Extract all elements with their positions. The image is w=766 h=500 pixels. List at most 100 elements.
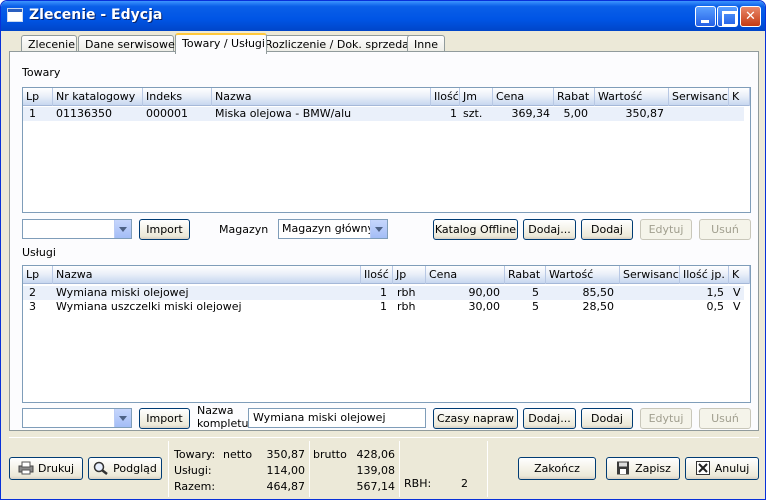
cell-rabat: 5 [532,300,539,313]
towary-grid-header: Lp Nr katalogowy Indeks Nazwa Ilość Jm C… [23,88,750,106]
col-header[interactable]: Wartość [595,88,669,106]
col-header[interactable]: Lp [23,266,53,284]
magazyn-label: Magazyn [219,223,269,236]
col-header[interactable]: Serwisanci [669,88,729,106]
minimize-button[interactable] [695,6,716,27]
table-row[interactable]: 2 Wymiana miski olejowej 1 rbh 90,00 5 8… [23,286,744,300]
towary-dodaj-dialog-button[interactable]: Dodaj... [523,219,576,240]
summary-towary-label: Towary: [174,448,216,461]
cancel-x-icon [695,461,711,475]
cell-jm: szt. [463,107,483,120]
window-icon [7,8,23,22]
summary-towary-netto: 350,87 [266,448,306,461]
uslugi-grid-header: Lp Nazwa Ilość Jp Cena Rabat Wartość Ser… [23,266,750,284]
towary-filter-combo[interactable] [22,219,132,239]
col-header[interactable]: Cena [426,266,505,284]
czasy-napraw-button[interactable]: Czasy napraw [433,408,518,429]
col-header[interactable]: Rabat [554,88,595,106]
col-header[interactable]: K [729,266,750,284]
summary-divider [168,441,169,497]
chevron-down-icon[interactable] [114,220,131,238]
col-header[interactable]: Jp [393,266,426,284]
summary-uslugi-netto: 114,00 [266,464,306,477]
save-button[interactable]: Zapisz [606,457,680,480]
tab-towary-uslugi[interactable]: Towary / Usługi [175,33,267,54]
finish-button[interactable]: Zakończ [518,457,596,480]
cell-wartosc: 85,50 [582,286,615,299]
col-header[interactable]: Serwisanci [620,266,680,284]
summary-towary-brutto: 428,06 [356,448,396,461]
cell-nazwa: Wymiana uszczelki miski olejowej [56,300,242,313]
floppy-disk-icon [615,461,631,475]
cell-cena: 30,00 [468,300,501,313]
summary-razem-label: Razem: [174,480,216,493]
col-header[interactable]: Jm [460,88,493,106]
nazwa-kompletu-label: Nazwa kompletu: [197,404,252,430]
towary-dodaj-button[interactable]: Dodaj [581,219,633,240]
footer-divider [9,437,759,438]
col-header[interactable]: Nazwa [212,88,431,106]
cell-lp: 2 [29,286,36,299]
col-header[interactable]: Cena [493,88,554,106]
uslugi-dodaj-dialog-button[interactable]: Dodaj... [523,408,576,429]
cell-rabat: 5,00 [563,107,589,120]
nazwa-kompletu-label-line: Nazwa [197,404,234,417]
summary-divider [309,441,310,497]
katalog-offline-button[interactable]: Katalog Offline [433,219,518,240]
window-title: Zlecenie - Edycja [29,7,163,23]
magazyn-select[interactable]: Magazyn główny [278,219,388,239]
chevron-down-icon[interactable] [114,409,131,427]
uslugi-dodaj-button[interactable]: Dodaj [581,408,633,429]
cell-rabat: 5 [532,286,539,299]
cell-ilosc-jp: 1,5 [706,286,725,299]
uslugi-edytuj-button[interactable]: Edytuj [640,408,692,429]
cell-ilosc-jp: 0,5 [706,300,725,313]
cell-wartosc: 350,87 [625,107,665,120]
nazwa-kompletu-input[interactable]: Wymiana miski olejowej [248,408,426,428]
cell-k: V [733,286,741,299]
col-header[interactable]: Ilość [361,266,393,284]
towary-import-button[interactable]: Import [139,219,190,240]
col-header[interactable]: Ilość jp. [680,266,729,284]
uslugi-grid[interactable]: Lp Nazwa Ilość Jp Cena Rabat Wartość Ser… [22,265,751,403]
cell-serwisanci [672,107,727,121]
summary-uslugi-label: Usługi: [174,464,212,477]
maximize-button[interactable] [717,6,738,27]
towary-section-label: Towary [22,66,61,79]
preview-button[interactable]: Podgląd [88,457,162,480]
summary-razem-brutto: 567,14 [356,480,396,493]
title-bar[interactable]: Zlecenie - Edycja ✕ [1,1,765,31]
cell-indeks: 000001 [146,107,188,120]
preview-label: Podgląd [113,462,157,475]
cell-k [733,107,745,121]
uslugi-usun-button[interactable]: Usuń [699,408,751,429]
summary-razem-netto: 464,87 [266,480,306,493]
cancel-button[interactable]: Anuluj [685,457,759,480]
col-header[interactable]: Nr katalogowy [53,88,143,106]
col-header[interactable]: Ilość [431,88,460,106]
uslugi-import-button[interactable]: Import [139,408,190,429]
cancel-label: Anuluj [714,462,750,475]
towary-grid[interactable]: Lp Nr katalogowy Indeks Nazwa Ilość Jm C… [22,87,751,213]
col-header[interactable]: Wartość [546,266,620,284]
col-header[interactable]: Nazwa [53,266,361,284]
col-header[interactable]: Indeks [143,88,212,106]
col-header[interactable]: Lp [23,88,53,106]
table-row[interactable]: 3 Wymiana uszczelki miski olejowej 1 rbh… [23,300,744,314]
cell-cena: 90,00 [468,286,501,299]
nazwa-kompletu-label-line: kompletu: [197,417,253,430]
summary-divider [487,441,488,497]
towary-edytuj-button[interactable]: Edytuj [640,219,692,240]
print-label: Drukuj [37,462,75,475]
cell-nazwa: Wymiana miski olejowej [56,286,189,299]
col-header[interactable]: K [729,88,750,106]
chevron-down-icon[interactable] [370,220,387,238]
col-header[interactable]: Rabat [505,266,546,284]
cell-ilosc: 1 [380,286,387,299]
summary-divider [399,441,400,497]
towary-usun-button[interactable]: Usuń [699,219,751,240]
uslugi-filter-combo[interactable] [22,408,132,428]
table-row[interactable]: 1 01136350 000001 Miska olejowa - BMW/al… [23,107,744,121]
print-button[interactable]: Drukuj [9,457,83,480]
close-button[interactable]: ✕ [740,6,761,27]
